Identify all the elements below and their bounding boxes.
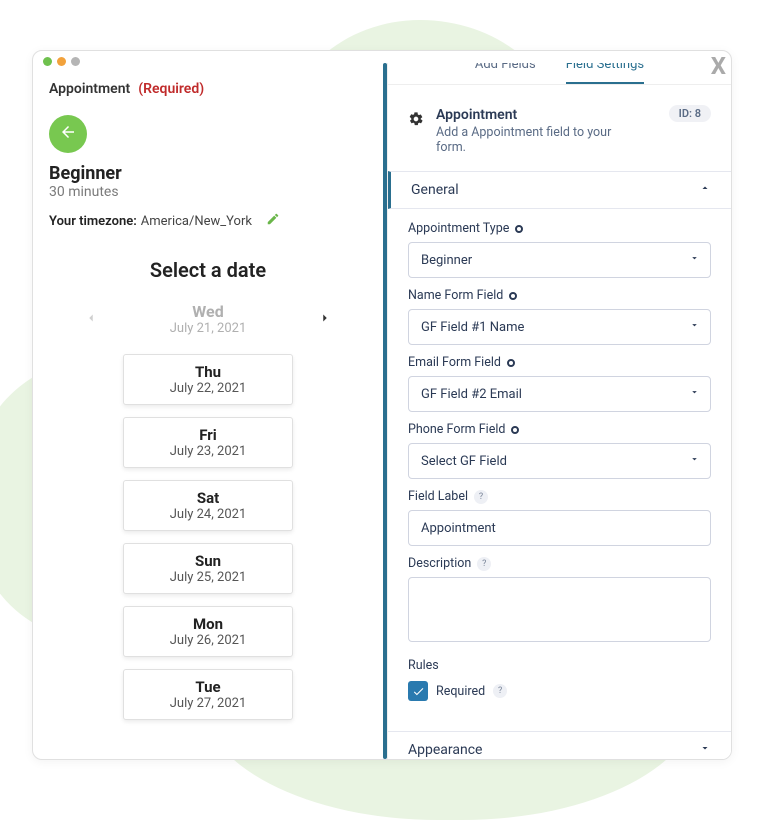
date-day: Tue <box>124 678 292 696</box>
date-full: July 25, 2021 <box>124 570 292 585</box>
window-titlebar <box>33 51 731 63</box>
chevron-down-icon <box>689 387 700 402</box>
timezone-row: Your timezone: America/New_York <box>49 212 367 230</box>
chevron-down-icon <box>689 320 700 335</box>
date-full: July 26, 2021 <box>124 633 292 648</box>
checkbox-required[interactable] <box>408 681 428 701</box>
date-option[interactable]: Tue July 27, 2021 <box>123 669 293 720</box>
indicator-icon <box>515 225 523 233</box>
date-list: Thu July 22, 2021 Fri July 23, 2021 Sat … <box>49 354 367 720</box>
indicator-icon <box>507 359 515 367</box>
chevron-down-icon <box>689 454 700 469</box>
label-required: Required <box>436 684 485 699</box>
select-date-heading: Select a date <box>49 258 367 282</box>
section-general-header[interactable]: General <box>388 171 731 209</box>
date-full: July 27, 2021 <box>124 696 292 711</box>
select-value: GF Field #2 Email <box>421 387 522 402</box>
date-full: July 22, 2021 <box>124 381 292 396</box>
date-day: Thu <box>124 363 292 381</box>
date-option[interactable]: Mon July 26, 2021 <box>123 606 293 657</box>
label-rules: Rules <box>408 658 711 673</box>
date-full: July 24, 2021 <box>124 507 292 522</box>
date-day: Mon <box>124 615 292 633</box>
current-date-display: Wed July 21, 2021 <box>170 302 247 336</box>
help-icon[interactable]: ? <box>474 490 488 504</box>
timezone-label: Your timezone: <box>49 214 137 229</box>
pencil-icon[interactable] <box>266 212 280 230</box>
next-day-button[interactable] <box>313 305 337 334</box>
prev-day-button[interactable] <box>79 305 103 334</box>
date-option[interactable]: Fri July 23, 2021 <box>123 417 293 468</box>
input-field-label[interactable]: Appointment <box>408 510 711 546</box>
label-phone-form-field: Phone Form Field <box>408 422 505 437</box>
section-general-body: Appointment Type Beginner Name Form Fiel… <box>388 209 731 713</box>
gear-icon <box>408 111 424 131</box>
select-name-form-field[interactable]: GF Field #1 Name <box>408 309 711 345</box>
timezone-value: America/New_York <box>141 214 252 229</box>
select-appointment-type[interactable]: Beginner <box>408 242 711 278</box>
date-day: Sat <box>124 489 292 507</box>
current-date-value: July 21, 2021 <box>170 321 247 336</box>
date-option[interactable]: Sat July 24, 2021 <box>123 480 293 531</box>
tabs-row: Add Fields Field Settings <box>388 63 731 85</box>
field-id-badge: ID: 8 <box>669 105 711 122</box>
tab-field-settings[interactable]: Field Settings <box>566 63 644 84</box>
label-name-form-field: Name Form Field <box>408 288 503 303</box>
preview-panel: Appointment (Required) Beginner 30 minut… <box>33 63 383 759</box>
date-day: Fri <box>124 426 292 444</box>
tab-add-fields[interactable]: Add Fields <box>475 63 536 84</box>
field-header-label: Appointment <box>49 81 130 97</box>
required-indicator: (Required) <box>138 81 204 97</box>
chevron-down-icon <box>699 742 711 758</box>
section-appearance-label: Appearance <box>408 742 482 758</box>
indicator-icon <box>511 426 519 434</box>
date-option[interactable]: Thu July 22, 2021 <box>123 354 293 405</box>
app-window: Appointment (Required) Beginner 30 minut… <box>32 50 732 760</box>
field-info-block: Appointment Add a Appointment field to y… <box>388 91 731 171</box>
label-email-form-field: Email Form Field <box>408 355 501 370</box>
textarea-description[interactable] <box>408 577 711 642</box>
indicator-icon <box>509 292 517 300</box>
input-value: Appointment <box>421 521 496 536</box>
appointment-duration: 30 minutes <box>49 184 367 200</box>
field-type-description: Add a Appointment field to your form. <box>436 125 616 155</box>
section-appearance-header[interactable]: Appearance <box>388 731 731 759</box>
back-button[interactable] <box>49 115 87 153</box>
section-general-label: General <box>411 182 459 198</box>
date-day: Sun <box>124 552 292 570</box>
settings-panel: Add Fields Field Settings Appointment Ad… <box>387 63 731 759</box>
date-full: July 23, 2021 <box>124 444 292 459</box>
close-icon[interactable]: X <box>711 52 726 80</box>
appointment-title: Beginner <box>49 163 367 184</box>
arrow-left-icon <box>59 123 77 145</box>
label-field-label: Field Label <box>408 489 468 504</box>
label-description: Description <box>408 556 471 571</box>
help-icon[interactable]: ? <box>493 684 507 698</box>
label-appointment-type: Appointment Type <box>408 221 509 236</box>
select-email-form-field[interactable]: GF Field #2 Email <box>408 376 711 412</box>
date-option[interactable]: Sun July 25, 2021 <box>123 543 293 594</box>
select-phone-form-field[interactable]: Select GF Field <box>408 443 711 479</box>
select-value: Beginner <box>421 253 472 268</box>
help-icon[interactable]: ? <box>477 557 491 571</box>
chevron-down-icon <box>689 253 700 268</box>
select-value: GF Field #1 Name <box>421 320 524 335</box>
field-type-title: Appointment <box>436 107 616 123</box>
select-value: Select GF Field <box>421 454 507 469</box>
current-day-name: Wed <box>170 302 247 321</box>
chevron-up-icon <box>699 182 711 198</box>
